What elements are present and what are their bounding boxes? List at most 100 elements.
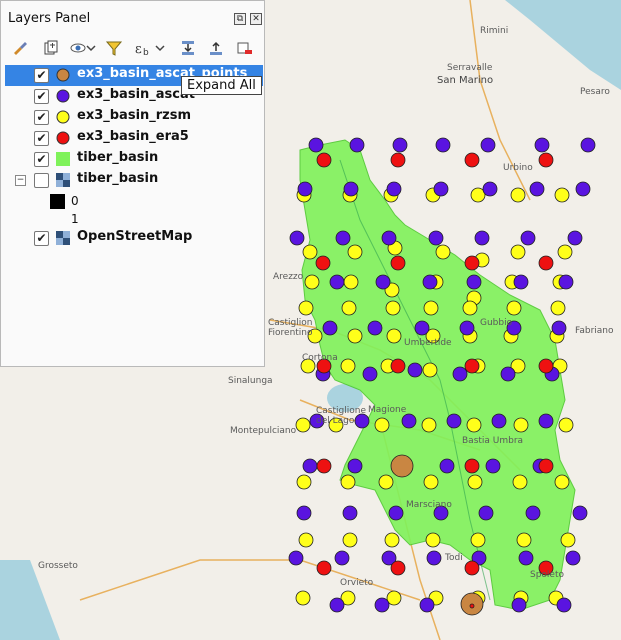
rzsm-point xyxy=(378,474,394,490)
ascat-point xyxy=(335,230,351,246)
ascat-point xyxy=(367,320,383,336)
ascat-point xyxy=(428,230,444,246)
ascat-point xyxy=(474,230,490,246)
rzsm-point xyxy=(425,532,441,548)
place-label: Castiglione del Lago xyxy=(316,406,366,426)
rzsm-point xyxy=(341,300,357,316)
ascat-point xyxy=(433,181,449,197)
place-label: Magione xyxy=(368,405,407,415)
ascat-point xyxy=(435,137,451,153)
float-panel-button[interactable]: ⧉ xyxy=(234,13,246,25)
raster-legend-item: 1 xyxy=(5,210,263,230)
style-brush-icon[interactable] xyxy=(9,37,31,59)
rzsm-point xyxy=(510,244,526,260)
ascat-point xyxy=(558,274,574,290)
era5-point xyxy=(315,255,331,271)
rzsm-point xyxy=(462,300,478,316)
rzsm-point xyxy=(386,590,402,606)
ascat-point xyxy=(407,362,423,378)
expand-all-icon[interactable] xyxy=(177,37,199,59)
layer-row-openstreetmap[interactable]: ✔ OpenStreetMap xyxy=(5,228,263,249)
filter-expression-icon[interactable]: εb xyxy=(131,37,153,59)
ascat-point xyxy=(308,137,324,153)
rzsm-point xyxy=(298,300,314,316)
rzsm-point xyxy=(512,474,528,490)
era5-point xyxy=(538,255,554,271)
ascat-point xyxy=(426,550,442,566)
layers-panel: Layers Panel ⧉ ✕ εb ✔ ex3_basin_ascat_po… xyxy=(0,0,265,367)
layer-checkbox[interactable]: ✔ xyxy=(34,110,49,125)
rzsm-point xyxy=(516,532,532,548)
add-group-icon[interactable] xyxy=(39,37,61,59)
raster-layer-icon xyxy=(56,173,70,187)
legend-label: 0 xyxy=(71,194,79,208)
place-label: Gubbio xyxy=(480,318,513,328)
collapse-all-icon[interactable] xyxy=(205,37,227,59)
rzsm-point xyxy=(384,532,400,548)
layer-checkbox[interactable] xyxy=(34,173,49,188)
place-label: Urbino xyxy=(503,163,533,173)
remove-layer-icon[interactable] xyxy=(233,37,255,59)
visibility-dropdown-icon[interactable] xyxy=(85,37,97,59)
dropdown-arrow-icon[interactable] xyxy=(153,37,167,59)
ascat-point xyxy=(525,505,541,521)
layer-checkbox[interactable]: ✔ xyxy=(34,131,49,146)
ascat-point xyxy=(375,274,391,290)
ascat-point xyxy=(459,320,475,336)
rzsm-point xyxy=(513,417,529,433)
layer-row-tiber-basin-raster[interactable]: − tiber_basin xyxy=(5,170,263,191)
era5-point xyxy=(390,560,406,576)
ascat-point xyxy=(414,320,430,336)
layer-checkbox[interactable]: ✔ xyxy=(34,152,49,167)
svg-text:b: b xyxy=(143,48,149,57)
ascat-point xyxy=(529,181,545,197)
place-label: San Marino xyxy=(437,75,494,86)
rzsm-point xyxy=(302,244,318,260)
place-label: Todi xyxy=(445,553,463,563)
layer-row-ex3-basin-era5[interactable]: ✔ ex3_basin_era5 xyxy=(5,128,263,149)
layer-row-ex3-basin-rzsm[interactable]: ✔ ex3_basin_rzsm xyxy=(5,107,263,128)
rzsm-point xyxy=(386,328,402,344)
ascat-point xyxy=(343,181,359,197)
filter-funnel-icon[interactable] xyxy=(103,37,125,59)
collapse-expander-icon[interactable]: − xyxy=(15,175,26,186)
raster-legend-item: 0 xyxy=(5,192,263,212)
rzsm-point xyxy=(340,358,356,374)
legend-label: 1 xyxy=(71,212,79,226)
ascat-point xyxy=(381,230,397,246)
ascat-point xyxy=(354,413,370,429)
raster-layer-icon xyxy=(56,231,70,245)
ascat-point xyxy=(520,230,536,246)
ascat-point xyxy=(401,413,417,429)
ascat-point xyxy=(466,274,482,290)
rzsm-point xyxy=(304,274,320,290)
layer-row-tiber-basin-vector[interactable]: ✔ tiber_basin xyxy=(5,149,263,170)
era5-point xyxy=(469,603,475,609)
rzsm-point xyxy=(422,362,438,378)
ascat-point xyxy=(374,597,390,613)
era5-point xyxy=(464,152,480,168)
circle-marker-icon xyxy=(56,131,70,145)
close-panel-button[interactable]: ✕ xyxy=(250,13,262,25)
ascat-point xyxy=(349,137,365,153)
rzsm-point xyxy=(296,474,312,490)
rzsm-point xyxy=(550,300,566,316)
rzsm-point xyxy=(560,532,576,548)
layer-checkbox[interactable]: ✔ xyxy=(34,231,49,246)
layer-checkbox[interactable]: ✔ xyxy=(34,68,49,83)
rzsm-point xyxy=(558,417,574,433)
ascat-point xyxy=(297,181,313,197)
rzsm-point xyxy=(423,474,439,490)
ascat-point xyxy=(342,505,358,521)
ascat-point xyxy=(485,458,501,474)
rzsm-point xyxy=(435,244,451,260)
circle-marker-icon xyxy=(56,68,70,82)
era5-point xyxy=(316,560,332,576)
svg-text:ε: ε xyxy=(135,42,142,57)
rzsm-point xyxy=(467,474,483,490)
ascat-point xyxy=(419,597,435,613)
layer-checkbox[interactable]: ✔ xyxy=(34,89,49,104)
layer-name: ex3_basin_rzsm xyxy=(77,108,192,123)
ascat-point xyxy=(392,137,408,153)
place-label: Castiglion Fiorentino xyxy=(268,318,313,338)
